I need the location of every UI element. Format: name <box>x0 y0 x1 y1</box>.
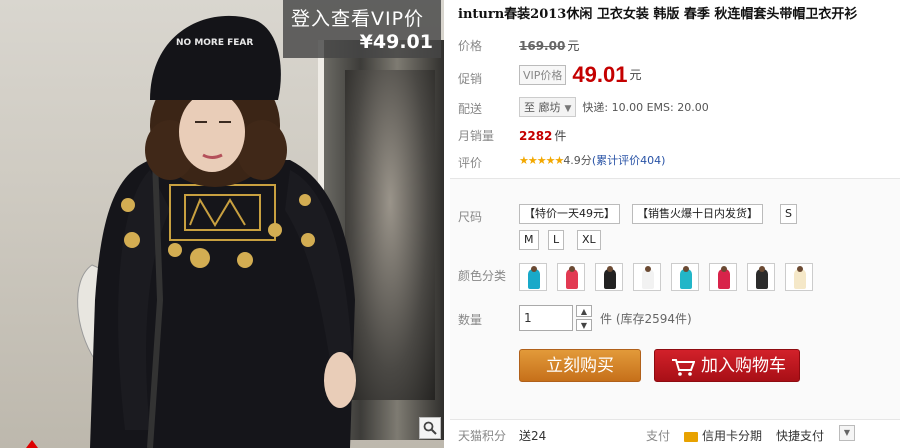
swatch-head <box>607 266 613 272</box>
more-payment-button[interactable]: ▼ <box>839 425 855 441</box>
vip-price-tag: VIP价格 <box>519 65 567 85</box>
swatch-figure <box>604 269 616 289</box>
promo-unit: 元 <box>629 67 642 82</box>
thumbnail-pointer <box>26 440 38 448</box>
sku-selection-box: 尺码 【特价一天49元】 【销售火爆十日内发货】 S M L XL 颜色分类 数… <box>450 178 900 420</box>
quantity-increase-button[interactable]: ▲ <box>576 305 592 317</box>
sales-label: 月销量 <box>458 129 495 143</box>
swatch-figure <box>566 269 578 289</box>
destination-select[interactable]: 至 廊坊 ▼ <box>519 97 577 117</box>
swatch-figure <box>756 269 768 289</box>
sales-unit: 件 <box>554 129 567 143</box>
color-swatch[interactable] <box>595 263 623 291</box>
product-main-image[interactable]: NO MORE FEAR 登入查看VIP价 ¥49.01 <box>0 0 444 448</box>
quantity-input[interactable]: 1 <box>519 305 573 331</box>
fast-pay-option[interactable]: 快捷支付 <box>776 427 824 444</box>
beanie-print: NO MORE FEAR <box>176 38 253 48</box>
quantity-decrease-button[interactable]: ▼ <box>576 319 592 331</box>
size-option[interactable]: 【特价一天49元】 <box>519 204 620 224</box>
add-to-cart-button[interactable]: 加入购物车 <box>654 349 800 382</box>
swatch-head <box>797 266 803 272</box>
swatch-head <box>721 266 727 272</box>
swatch-figure <box>718 269 730 289</box>
star-rating-icon: ★★★★★ <box>519 154 564 167</box>
rating-score: 4.9分 <box>563 154 592 167</box>
size-option-xl[interactable]: XL <box>577 230 601 250</box>
vip-price-badge[interactable]: 登入查看VIP价 ¥49.01 <box>283 0 441 58</box>
color-swatch[interactable] <box>671 263 699 291</box>
swatch-head <box>531 266 537 272</box>
review-count-link[interactable]: (累计评价404) <box>592 154 666 167</box>
size-option-l[interactable]: L <box>548 230 565 250</box>
sales-count: 2282 <box>519 129 553 143</box>
rating-row: ★★★★★4.9分(累计评价404) <box>519 152 665 168</box>
size-option-s[interactable]: S <box>780 204 797 224</box>
buy-now-button[interactable]: 立刻购买 <box>519 349 641 382</box>
credit-card-icon <box>684 431 698 442</box>
add-to-cart-label: 加入购物车 <box>701 356 786 376</box>
stock-info: 件 (库存2594件) <box>600 312 692 326</box>
color-swatch[interactable] <box>747 263 775 291</box>
swatch-head <box>683 266 689 272</box>
sales-row: 2282 件 <box>519 127 566 144</box>
price-label: 价格 <box>458 39 483 53</box>
badge-login-text: 登入查看VIP价 <box>291 8 425 30</box>
color-swatch[interactable] <box>709 263 737 291</box>
size-option-m[interactable]: M <box>519 230 539 250</box>
rating-label: 评价 <box>458 156 483 170</box>
swatch-figure <box>794 269 806 289</box>
magnifier-icon <box>423 421 437 435</box>
badge-price: ¥49.01 <box>359 31 433 53</box>
color-swatch[interactable] <box>633 263 661 291</box>
color-label: 颜色分类 <box>458 269 507 283</box>
zoom-button[interactable] <box>419 417 441 439</box>
color-swatch[interactable] <box>785 263 813 291</box>
size-option[interactable]: 【销售火爆十日内发货】 <box>632 204 763 224</box>
promo-price-row: VIP价格 49.01 元 <box>519 62 641 88</box>
cart-icon <box>672 359 695 376</box>
quantity-label: 数量 <box>458 313 483 327</box>
chevron-down-icon: ▼ <box>564 104 572 114</box>
price-unit: 元 <box>567 39 580 53</box>
points-label: 天猫积分 <box>458 429 507 443</box>
swatch-figure <box>642 269 654 289</box>
destination-text: 至 廊坊 <box>524 101 561 114</box>
swatch-head <box>569 266 575 272</box>
swatch-head <box>645 266 651 272</box>
model-figure: NO MORE FEAR <box>77 15 356 448</box>
original-price-row: 169.00 元 <box>519 37 579 54</box>
shipping-fee: 快递: 10.00 EMS: 20.00 <box>582 101 709 114</box>
swatch-figure <box>680 269 692 289</box>
swatch-figure <box>528 269 540 289</box>
credit-installment-label: 信用卡分期 <box>702 429 763 443</box>
product-info-panel: inturn春装2013休闲 卫衣女装 韩版 春季 秋连帽套头带帽卫衣开衫 价格… <box>450 0 900 448</box>
swatch-head <box>759 266 765 272</box>
points-value: 送24 <box>519 429 547 443</box>
original-price: 169.00 <box>519 39 566 53</box>
color-swatch[interactable] <box>519 263 547 291</box>
promo-price: 49.01 <box>572 62 628 87</box>
credit-installment[interactable]: 信用卡分期 <box>684 427 762 444</box>
size-label: 尺码 <box>458 210 483 224</box>
product-title: inturn春装2013休闲 卫衣女装 韩版 春季 秋连帽套头带帽卫衣开衫 <box>458 7 858 22</box>
payment-label: 支付 <box>646 429 671 443</box>
promo-label: 促销 <box>458 72 483 86</box>
color-swatch[interactable] <box>557 263 585 291</box>
delivery-label: 配送 <box>458 102 483 116</box>
delivery-row: 至 廊坊 ▼ 快递: 10.00 EMS: 20.00 <box>519 97 709 117</box>
